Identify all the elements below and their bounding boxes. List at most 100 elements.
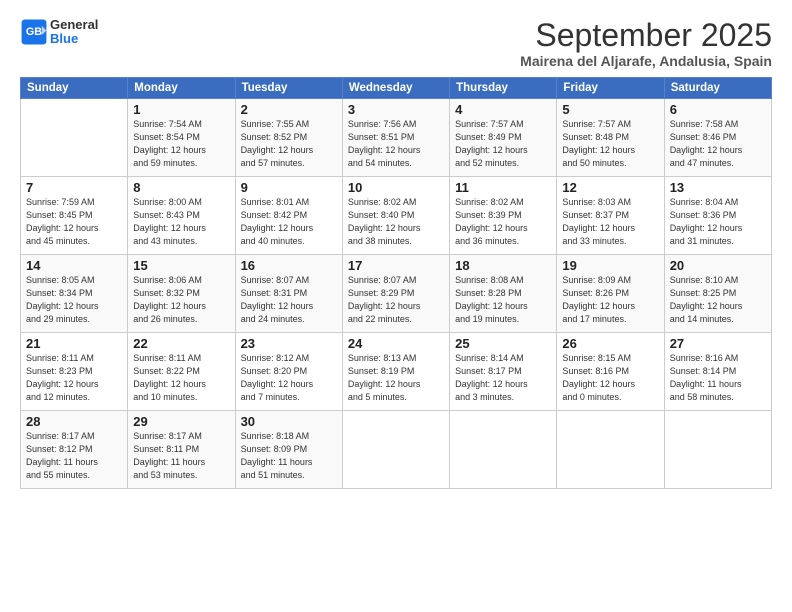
calendar-cell: 26Sunrise: 8:15 AM Sunset: 8:16 PM Dayli… [557, 333, 664, 411]
day-info: Sunrise: 8:01 AM Sunset: 8:42 PM Dayligh… [241, 196, 337, 248]
logo: GB General Blue [20, 18, 98, 47]
day-info: Sunrise: 7:54 AM Sunset: 8:54 PM Dayligh… [133, 118, 229, 170]
day-info: Sunrise: 8:12 AM Sunset: 8:20 PM Dayligh… [241, 352, 337, 404]
day-number: 19 [562, 258, 658, 273]
day-number: 13 [670, 180, 766, 195]
day-info: Sunrise: 8:08 AM Sunset: 8:28 PM Dayligh… [455, 274, 551, 326]
day-number: 25 [455, 336, 551, 351]
day-number: 11 [455, 180, 551, 195]
weekday-header-friday: Friday [557, 78, 664, 99]
calendar-cell: 1Sunrise: 7:54 AM Sunset: 8:54 PM Daylig… [128, 99, 235, 177]
day-info: Sunrise: 8:11 AM Sunset: 8:22 PM Dayligh… [133, 352, 229, 404]
day-info: Sunrise: 8:04 AM Sunset: 8:36 PM Dayligh… [670, 196, 766, 248]
day-number: 4 [455, 102, 551, 117]
calendar-cell: 5Sunrise: 7:57 AM Sunset: 8:48 PM Daylig… [557, 99, 664, 177]
day-info: Sunrise: 8:10 AM Sunset: 8:25 PM Dayligh… [670, 274, 766, 326]
day-info: Sunrise: 8:16 AM Sunset: 8:14 PM Dayligh… [670, 352, 766, 404]
day-number: 18 [455, 258, 551, 273]
day-number: 14 [26, 258, 122, 273]
day-info: Sunrise: 8:06 AM Sunset: 8:32 PM Dayligh… [133, 274, 229, 326]
day-number: 29 [133, 414, 229, 429]
day-number: 10 [348, 180, 444, 195]
day-number: 22 [133, 336, 229, 351]
weekday-header-tuesday: Tuesday [235, 78, 342, 99]
calendar-cell: 14Sunrise: 8:05 AM Sunset: 8:34 PM Dayli… [21, 255, 128, 333]
day-info: Sunrise: 8:03 AM Sunset: 8:37 PM Dayligh… [562, 196, 658, 248]
location-title: Mairena del Aljarafe, Andalusia, Spain [520, 53, 772, 69]
day-number: 9 [241, 180, 337, 195]
svg-text:GB: GB [26, 26, 42, 38]
day-info: Sunrise: 8:02 AM Sunset: 8:40 PM Dayligh… [348, 196, 444, 248]
calendar-cell: 11Sunrise: 8:02 AM Sunset: 8:39 PM Dayli… [450, 177, 557, 255]
day-info: Sunrise: 8:14 AM Sunset: 8:17 PM Dayligh… [455, 352, 551, 404]
day-number: 3 [348, 102, 444, 117]
day-number: 2 [241, 102, 337, 117]
day-number: 23 [241, 336, 337, 351]
calendar-cell: 20Sunrise: 8:10 AM Sunset: 8:25 PM Dayli… [664, 255, 771, 333]
weekday-header-sunday: Sunday [21, 78, 128, 99]
calendar-cell: 13Sunrise: 8:04 AM Sunset: 8:36 PM Dayli… [664, 177, 771, 255]
calendar-cell: 19Sunrise: 8:09 AM Sunset: 8:26 PM Dayli… [557, 255, 664, 333]
day-info: Sunrise: 8:02 AM Sunset: 8:39 PM Dayligh… [455, 196, 551, 248]
day-info: Sunrise: 8:11 AM Sunset: 8:23 PM Dayligh… [26, 352, 122, 404]
day-info: Sunrise: 7:55 AM Sunset: 8:52 PM Dayligh… [241, 118, 337, 170]
day-info: Sunrise: 8:17 AM Sunset: 8:12 PM Dayligh… [26, 430, 122, 482]
title-block: September 2025 Mairena del Aljarafe, And… [520, 18, 772, 69]
day-number: 16 [241, 258, 337, 273]
logo-general: General [50, 17, 98, 32]
calendar-cell: 12Sunrise: 8:03 AM Sunset: 8:37 PM Dayli… [557, 177, 664, 255]
day-number: 1 [133, 102, 229, 117]
day-number: 17 [348, 258, 444, 273]
weekday-header-saturday: Saturday [664, 78, 771, 99]
calendar-cell [450, 411, 557, 489]
day-info: Sunrise: 7:57 AM Sunset: 8:49 PM Dayligh… [455, 118, 551, 170]
weekday-header-monday: Monday [128, 78, 235, 99]
calendar-cell: 25Sunrise: 8:14 AM Sunset: 8:17 PM Dayli… [450, 333, 557, 411]
calendar-cell: 30Sunrise: 8:18 AM Sunset: 8:09 PM Dayli… [235, 411, 342, 489]
calendar-cell: 22Sunrise: 8:11 AM Sunset: 8:22 PM Dayli… [128, 333, 235, 411]
calendar-cell: 17Sunrise: 8:07 AM Sunset: 8:29 PM Dayli… [342, 255, 449, 333]
calendar-cell: 3Sunrise: 7:56 AM Sunset: 8:51 PM Daylig… [342, 99, 449, 177]
calendar-cell: 9Sunrise: 8:01 AM Sunset: 8:42 PM Daylig… [235, 177, 342, 255]
calendar-cell [557, 411, 664, 489]
calendar-cell: 15Sunrise: 8:06 AM Sunset: 8:32 PM Dayli… [128, 255, 235, 333]
day-number: 20 [670, 258, 766, 273]
calendar-cell: 10Sunrise: 8:02 AM Sunset: 8:40 PM Dayli… [342, 177, 449, 255]
calendar-cell: 21Sunrise: 8:11 AM Sunset: 8:23 PM Dayli… [21, 333, 128, 411]
calendar-cell [342, 411, 449, 489]
logo-blue: Blue [50, 31, 78, 46]
day-number: 24 [348, 336, 444, 351]
calendar-cell: 23Sunrise: 8:12 AM Sunset: 8:20 PM Dayli… [235, 333, 342, 411]
month-title: September 2025 [520, 18, 772, 53]
day-info: Sunrise: 7:56 AM Sunset: 8:51 PM Dayligh… [348, 118, 444, 170]
calendar-cell: 7Sunrise: 7:59 AM Sunset: 8:45 PM Daylig… [21, 177, 128, 255]
weekday-header-wednesday: Wednesday [342, 78, 449, 99]
day-info: Sunrise: 8:09 AM Sunset: 8:26 PM Dayligh… [562, 274, 658, 326]
calendar-cell: 6Sunrise: 7:58 AM Sunset: 8:46 PM Daylig… [664, 99, 771, 177]
calendar-cell: 8Sunrise: 8:00 AM Sunset: 8:43 PM Daylig… [128, 177, 235, 255]
calendar-cell [664, 411, 771, 489]
day-info: Sunrise: 8:17 AM Sunset: 8:11 PM Dayligh… [133, 430, 229, 482]
day-number: 6 [670, 102, 766, 117]
day-info: Sunrise: 7:57 AM Sunset: 8:48 PM Dayligh… [562, 118, 658, 170]
calendar-cell: 16Sunrise: 8:07 AM Sunset: 8:31 PM Dayli… [235, 255, 342, 333]
day-info: Sunrise: 8:00 AM Sunset: 8:43 PM Dayligh… [133, 196, 229, 248]
calendar-table: SundayMondayTuesdayWednesdayThursdayFrid… [20, 77, 772, 489]
day-info: Sunrise: 7:58 AM Sunset: 8:46 PM Dayligh… [670, 118, 766, 170]
day-number: 12 [562, 180, 658, 195]
day-info: Sunrise: 7:59 AM Sunset: 8:45 PM Dayligh… [26, 196, 122, 248]
calendar-cell: 2Sunrise: 7:55 AM Sunset: 8:52 PM Daylig… [235, 99, 342, 177]
calendar-cell: 29Sunrise: 8:17 AM Sunset: 8:11 PM Dayli… [128, 411, 235, 489]
day-info: Sunrise: 8:07 AM Sunset: 8:29 PM Dayligh… [348, 274, 444, 326]
weekday-header-thursday: Thursday [450, 78, 557, 99]
day-number: 15 [133, 258, 229, 273]
day-number: 27 [670, 336, 766, 351]
calendar-cell [21, 99, 128, 177]
day-number: 7 [26, 180, 122, 195]
day-number: 28 [26, 414, 122, 429]
calendar-cell: 24Sunrise: 8:13 AM Sunset: 8:19 PM Dayli… [342, 333, 449, 411]
day-number: 30 [241, 414, 337, 429]
day-info: Sunrise: 8:07 AM Sunset: 8:31 PM Dayligh… [241, 274, 337, 326]
logo-icon: GB [20, 18, 48, 46]
day-number: 8 [133, 180, 229, 195]
